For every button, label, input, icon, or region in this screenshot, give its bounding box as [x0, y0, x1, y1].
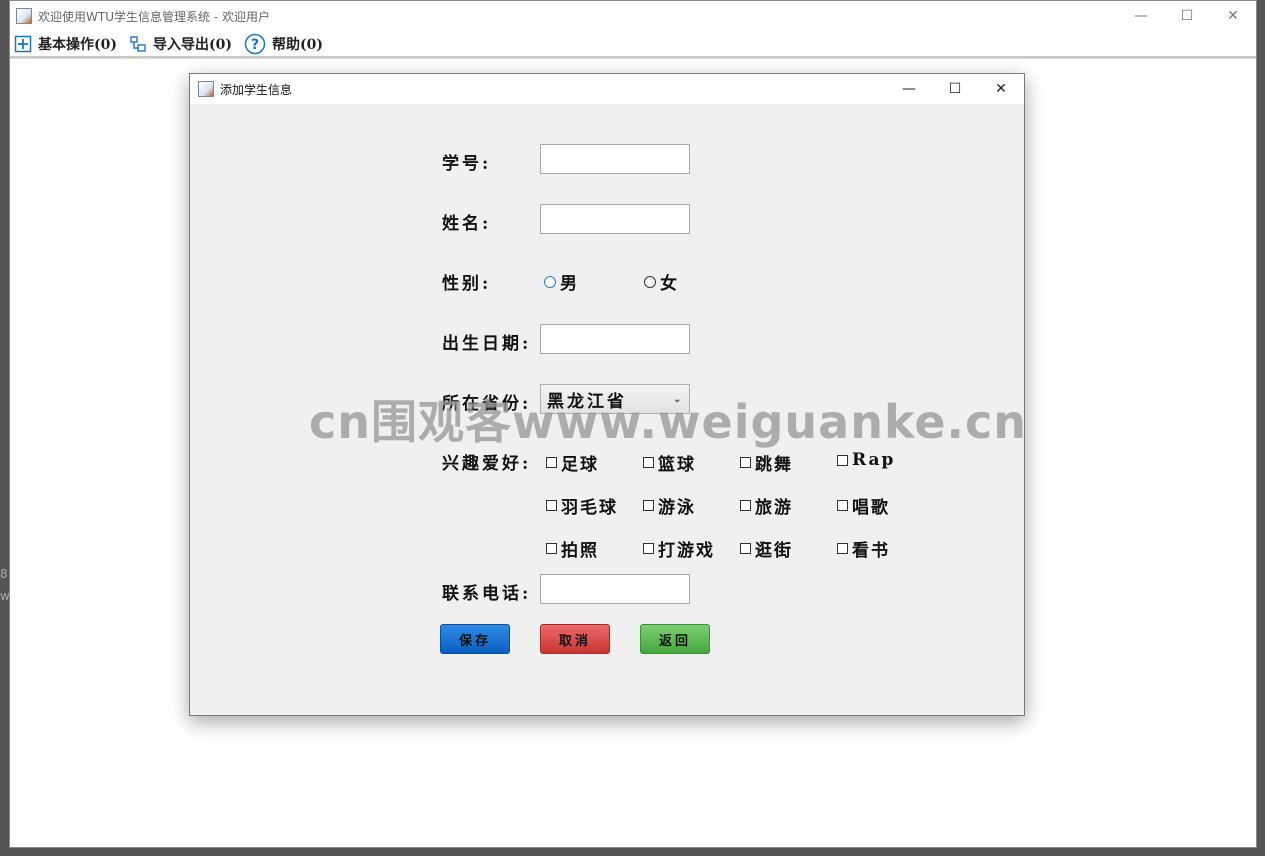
checkbox-square — [546, 500, 557, 511]
hobby-label: 羽毛球 — [561, 498, 618, 518]
hobby-label: 跳舞 — [755, 455, 793, 475]
student-id-label: 学号: — [442, 154, 492, 174]
menu-help[interactable]: ? 帮助(0) — [244, 33, 323, 55]
plus-box-icon — [14, 35, 32, 52]
dialog-maximize-button[interactable]: ☐ — [932, 74, 978, 104]
tree-icon — [130, 35, 146, 52]
side-char: 8 — [0, 567, 8, 581]
menu-basic-operations-label: 基本操作(0) — [38, 36, 117, 53]
hobby-checkbox[interactable]: 唱歌 — [837, 493, 890, 518]
hobby-label: 足球 — [561, 455, 599, 475]
hobby-label: 打游戏 — [658, 541, 715, 561]
checkbox-square — [546, 457, 557, 468]
checkbox-square — [643, 500, 654, 511]
hobby-checkbox[interactable]: 逛街 — [740, 536, 793, 561]
hobbies-label: 兴趣爱好: — [442, 454, 532, 474]
hobby-checkbox[interactable]: 足球 — [546, 450, 599, 475]
dialog-close-button[interactable]: ✕ — [978, 74, 1024, 104]
java-app-icon — [16, 8, 32, 24]
hobby-label: 旅游 — [755, 498, 793, 518]
gender-female-label: 女 — [660, 274, 677, 294]
checkbox-square — [740, 500, 751, 511]
checkbox-square — [546, 543, 557, 554]
checkbox-square — [837, 543, 848, 554]
hobby-label: 唱歌 — [852, 498, 890, 518]
gender-label: 性别: — [442, 274, 492, 294]
hobby-label: 逛街 — [755, 541, 793, 561]
checkbox-square — [740, 457, 751, 468]
help-icon: ? — [244, 33, 266, 54]
hobby-label: 游泳 — [658, 498, 696, 518]
menu-help-label: 帮助(0) — [272, 36, 323, 53]
cancel-button[interactable]: 取消 — [540, 624, 610, 654]
phone-label: 联系电话: — [442, 584, 532, 604]
checkbox-square — [837, 500, 848, 511]
hobby-checkbox[interactable]: 拍照 — [546, 536, 599, 561]
radio-circle — [544, 275, 556, 288]
checkbox-square — [837, 454, 848, 466]
side-char: w — [0, 589, 10, 603]
hobby-checkbox[interactable]: Rap — [837, 450, 895, 470]
student-id-input[interactable] — [540, 144, 690, 174]
menu-import-export[interactable]: 导入导出(0) — [129, 34, 232, 54]
hobby-checkbox[interactable]: 旅游 — [740, 493, 793, 518]
hobby-label: Rap — [852, 450, 896, 470]
birth-date-input[interactable] — [540, 324, 690, 354]
dialog-title: 添加学生信息 — [220, 82, 293, 97]
dialog-titlebar: 添加学生信息 — ☐ ✕ — [190, 74, 1024, 104]
main-window-title: 欢迎使用WTU学生信息管理系统 - 欢迎用户 — [38, 9, 270, 24]
main-titlebar: 欢迎使用WTU学生信息管理系统 - 欢迎用户 — ☐ ✕ — [10, 1, 1256, 31]
hobby-checkbox[interactable]: 打游戏 — [643, 536, 715, 561]
svg-text:?: ? — [251, 37, 259, 53]
maximize-button[interactable]: ☐ — [1164, 1, 1210, 31]
checkbox-square — [643, 543, 654, 554]
hobby-checkbox[interactable]: 篮球 — [643, 450, 696, 475]
name-label: 姓名: — [442, 214, 492, 234]
hobby-label: 篮球 — [658, 455, 696, 475]
gender-male-label: 男 — [560, 274, 577, 294]
gender-male-radio[interactable]: 男 — [544, 269, 577, 294]
gender-female-radio[interactable]: 女 — [644, 269, 677, 294]
hobby-checkbox[interactable]: 羽毛球 — [546, 493, 618, 518]
hobby-checkbox[interactable]: 看书 — [837, 536, 890, 561]
close-button[interactable]: ✕ — [1210, 1, 1256, 31]
checkbox-square — [643, 457, 654, 468]
background-side-text: 8 w — [0, 563, 10, 607]
save-button[interactable]: 保存 — [440, 624, 510, 654]
watermark-text: cn围观客www.weiguanke.cn — [309, 395, 1028, 449]
checkbox-square — [740, 543, 751, 554]
birth-date-label: 出生日期: — [442, 334, 532, 354]
phone-input[interactable] — [540, 574, 690, 604]
menu-basic-operations[interactable]: 基本操作(0) — [14, 34, 117, 54]
menubar: 基本操作(0) 导入导出(0) ? 帮助(0) — [10, 31, 1256, 58]
dialog-minimize-button[interactable]: — — [886, 74, 932, 104]
name-input[interactable] — [540, 204, 690, 234]
back-button[interactable]: 返回 — [640, 624, 710, 654]
minimize-button[interactable]: — — [1118, 1, 1164, 31]
radio-circle — [644, 275, 656, 288]
menu-import-export-label: 导入导出(0) — [153, 36, 232, 53]
hobby-label: 拍照 — [561, 541, 599, 561]
hobby-checkbox[interactable]: 跳舞 — [740, 450, 793, 475]
hobby-checkbox[interactable]: 游泳 — [643, 493, 696, 518]
java-app-icon — [198, 81, 214, 97]
hobby-label: 看书 — [852, 541, 890, 561]
